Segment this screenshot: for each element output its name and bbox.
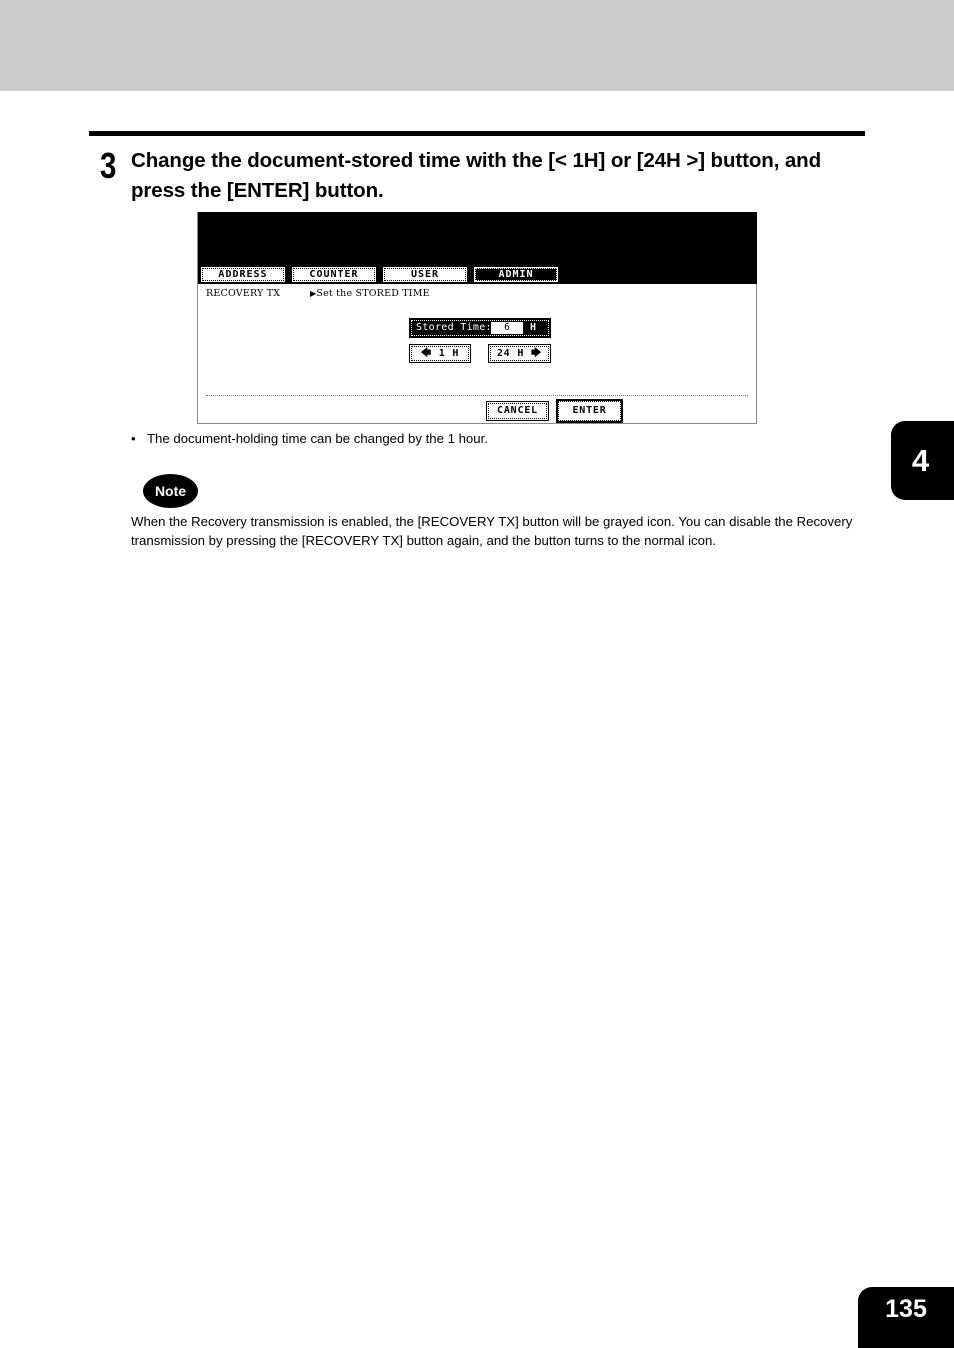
header-band (0, 0, 954, 91)
chapter-tab: 4 (891, 421, 954, 500)
increment-label: 24 H (496, 348, 525, 359)
breadcrumb-current-label: Set the STORED TIME (316, 288, 430, 299)
note-badge: Note (143, 474, 198, 508)
increment-24h-button[interactable]: 24 H 🡆 (488, 344, 551, 363)
step-number: 3 (100, 145, 117, 186)
stored-time-unit: H (530, 322, 537, 333)
right-arrow-icon: 🡆 (530, 348, 543, 359)
left-arrow-icon: 🡄 (420, 348, 432, 359)
bullet-marker: • (131, 431, 136, 446)
enter-button[interactable]: ENTER (556, 399, 623, 423)
stored-time-display: Stored Time: 6 H (409, 318, 551, 338)
stored-time-label: Stored Time: (416, 322, 492, 333)
page-number: 135 (858, 1287, 954, 1348)
decrement-label: 1 H (438, 348, 460, 359)
section-rule (89, 131, 865, 136)
cancel-button[interactable]: CANCEL (486, 401, 549, 421)
step-title: Change the document-stored time with the… (131, 149, 822, 202)
decrement-1h-button[interactable]: 🡄 1 H (409, 344, 471, 363)
panel-tabs: ADDRESS COUNTER USER ADMIN (200, 265, 559, 284)
breadcrumb-current: ▶Set the STORED TIME (310, 288, 430, 300)
breadcrumb-recovery-tx: RECOVERY TX (206, 288, 281, 299)
tab-address[interactable]: ADDRESS (200, 266, 286, 283)
tab-user[interactable]: USER (382, 266, 468, 283)
tab-admin[interactable]: ADMIN (473, 266, 559, 283)
bullet-text: The document-holding time can be changed… (147, 431, 488, 446)
stored-time-value: 6 (491, 322, 523, 334)
bullet-item: • The document-holding time can be change… (131, 430, 488, 448)
note-text: When the Recovery transmission is enable… (131, 514, 853, 548)
tab-counter[interactable]: COUNTER (291, 266, 377, 283)
lcd-panel: ADDRESS COUNTER USER ADMIN RECOVERY TX ▶… (197, 212, 757, 424)
chapter-number: 4 (911, 443, 930, 478)
panel-divider (206, 395, 748, 396)
